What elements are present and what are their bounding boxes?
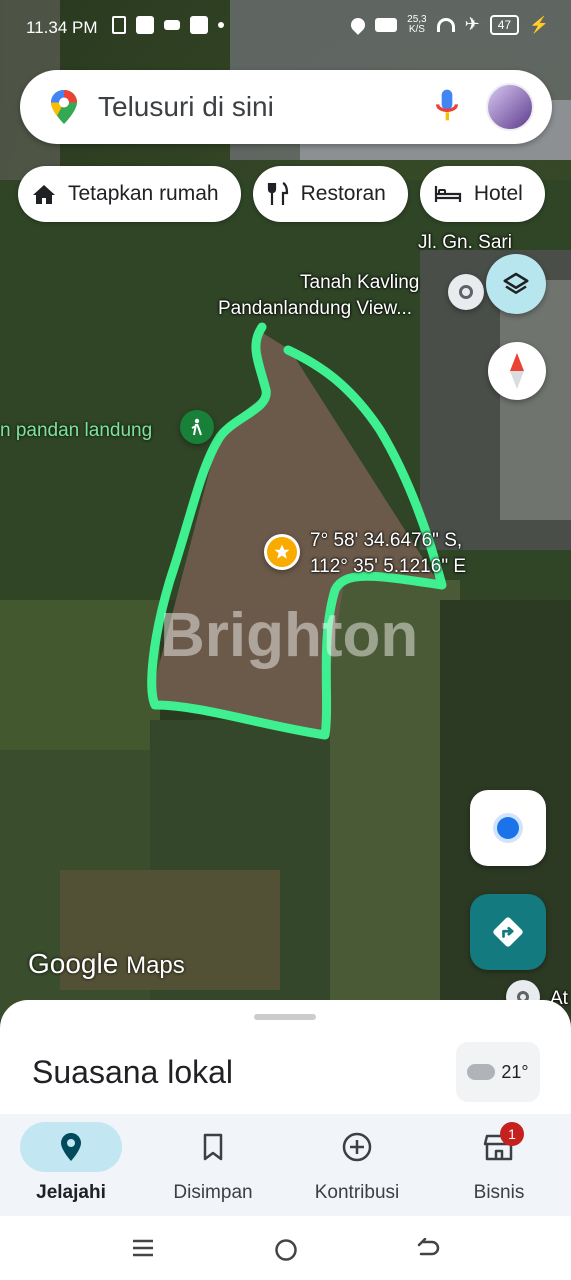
sheet-drag-handle[interactable] (254, 1014, 316, 1020)
hiking-icon (191, 418, 202, 436)
system-navigation-bar (0, 1216, 571, 1280)
weather-chip[interactable]: 21° (456, 1042, 540, 1102)
wifi-icon (436, 17, 455, 32)
coordinate-line2: 112° 35' 5.1216" E (310, 556, 467, 577)
attribution-maps: Maps (126, 952, 185, 979)
google-maps-attribution: Google Maps (28, 948, 185, 980)
compass-button[interactable] (488, 342, 546, 400)
chip-hotel[interactable]: Hotel (419, 166, 545, 222)
nav-label: Bisnis (473, 1182, 525, 1203)
location-dot-icon (459, 285, 473, 299)
nav-label: Kontribusi (314, 1182, 400, 1203)
notification-icons (112, 16, 224, 34)
bottom-navigation: Jelajahi Disimpan Kontribusi 1 Bisnis (0, 1114, 571, 1216)
chip-label: Restoran (300, 182, 386, 205)
location-pin-icon (61, 1133, 81, 1161)
search-bar[interactable]: Telusuri di sini (20, 70, 552, 144)
street-label: Jl. Gn. Sari (418, 232, 512, 253)
google-maps-pin-icon (51, 90, 77, 124)
poi-label-line2[interactable]: Pandanlandung View... (218, 298, 412, 320)
cloud-icon (467, 1064, 496, 1080)
restaurant-icon (267, 182, 288, 205)
status-time: 11.34 PM (26, 18, 98, 37)
nav-saved[interactable]: Disimpan (162, 1114, 264, 1216)
compass-icon (510, 353, 524, 389)
back-arrow-icon (417, 1237, 440, 1256)
layers-button[interactable] (486, 254, 546, 314)
nav-contribute-pill (306, 1122, 408, 1172)
more-notifications-dot (218, 22, 224, 28)
nav-label: Disimpan (173, 1182, 253, 1203)
temperature: 21° (501, 1061, 529, 1082)
nav-explore-pill (20, 1122, 122, 1172)
map-view[interactable]: Brighton Jl. Gn. Sari Tanah Kavling Pand… (0, 0, 571, 1020)
attribution-google: Google (28, 948, 119, 979)
network-speed: 25,3 K/S (407, 14, 426, 35)
nav-contribute[interactable]: Kontribusi (306, 1114, 408, 1216)
park-marker[interactable] (180, 410, 214, 444)
category-chips: Tetapkan rumah Restoran Hotel (18, 166, 545, 222)
my-location-icon (497, 817, 519, 839)
battery-indicator: 47 (489, 14, 520, 35)
tiktok-icon (112, 16, 126, 34)
coordinate-line1: 7° 58' 34.6476" S, (310, 530, 463, 551)
location-icon (348, 14, 369, 35)
poi-marker[interactable] (448, 274, 484, 310)
directions-button[interactable] (470, 894, 546, 970)
key-icon (164, 20, 180, 30)
chip-label: Hotel (473, 182, 523, 205)
layers-icon (503, 272, 529, 294)
nav-label: Jelajahi (36, 1182, 106, 1203)
add-circle-icon (342, 1132, 372, 1162)
chip-set-home[interactable]: Tetapkan rumah (18, 166, 241, 222)
home-icon (33, 185, 55, 204)
directions-icon (493, 917, 523, 947)
my-location-button[interactable] (470, 790, 546, 866)
vpn-icon (375, 17, 398, 32)
satellite-imagery (0, 0, 571, 1020)
hotel-icon (434, 186, 461, 202)
recent-apps-button[interactable] (132, 1238, 154, 1263)
star-icon (274, 544, 290, 559)
watermark: Brighton (160, 601, 419, 670)
charging-icon: ⚡ (529, 16, 549, 34)
search-placeholder[interactable]: Telusuri di sini (98, 91, 430, 123)
nav-explore[interactable]: Jelajahi (20, 1114, 122, 1216)
microphone-icon[interactable] (430, 87, 464, 127)
chip-restaurant[interactable]: Restoran (252, 166, 408, 222)
airplane-icon: ✈ (464, 14, 480, 34)
menu-lines-icon (133, 1239, 153, 1257)
sheet-title: Suasana lokal (32, 1054, 234, 1090)
account-avatar[interactable] (486, 83, 534, 131)
nav-business-pill (448, 1122, 550, 1172)
home-circle-icon (275, 1239, 297, 1261)
chip-label: Tetapkan rumah (68, 182, 219, 205)
park-label[interactable]: n pandan landung (0, 420, 152, 442)
home-button[interactable] (274, 1238, 298, 1267)
nav-saved-pill (162, 1122, 264, 1172)
parking-app-icon (190, 16, 208, 34)
status-bar: 11.34 PM 25,3 K/S ✈ 47 ⚡ (0, 0, 571, 56)
app-icon (136, 16, 154, 34)
dropped-pin[interactable] (264, 534, 300, 570)
poi-label-line1[interactable]: Tanah Kavling (300, 272, 419, 294)
system-icons: 25,3 K/S ✈ 47 ⚡ (348, 14, 549, 35)
notification-badge: 1 (500, 1122, 524, 1146)
back-button[interactable] (416, 1237, 440, 1265)
nav-business[interactable]: 1 Bisnis (448, 1114, 550, 1216)
network-speed-unit: K/S (408, 23, 425, 35)
bookmark-icon (203, 1133, 223, 1161)
